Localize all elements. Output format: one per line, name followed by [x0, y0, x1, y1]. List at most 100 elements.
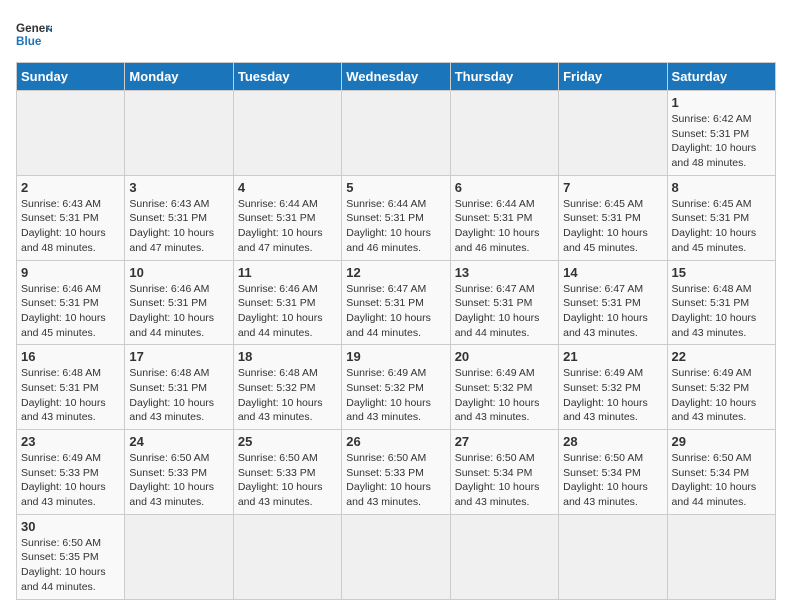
day-info: Sunrise: 6:50 AMSunset: 5:34 PMDaylight:…	[672, 451, 771, 510]
calendar-cell	[559, 514, 667, 599]
day-info: Sunrise: 6:49 AMSunset: 5:32 PMDaylight:…	[672, 366, 771, 425]
calendar-cell: 22Sunrise: 6:49 AMSunset: 5:32 PMDayligh…	[667, 345, 775, 430]
day-number: 30	[21, 519, 120, 534]
weekday-header-thursday: Thursday	[450, 63, 558, 91]
calendar-week-row: 23 Sunrise: 6:49 AMSunset: 5:33 PMDayligh…	[17, 430, 776, 515]
calendar-week-row: 1 Sunrise: 6:42 AMSunset: 5:31 PMDaylight…	[17, 91, 776, 176]
page-header: General Blue	[16, 16, 776, 52]
day-info: Sunrise: 6:50 AMSunset: 5:35 PMDaylight:…	[21, 536, 120, 595]
weekday-header-row: SundayMondayTuesdayWednesdayThursdayFrid…	[17, 63, 776, 91]
calendar-cell	[450, 514, 558, 599]
calendar-cell	[559, 91, 667, 176]
day-info: Sunrise: 6:50 AMSunset: 5:33 PMDaylight:…	[129, 451, 228, 510]
day-number: 10	[129, 265, 228, 280]
calendar-cell: 13 Sunrise: 6:47 AMSunset: 5:31 PMDayligh…	[450, 260, 558, 345]
day-number: 18	[238, 349, 337, 364]
calendar-cell: 7 Sunrise: 6:45 AMSunset: 5:31 PMDaylight…	[559, 175, 667, 260]
calendar-cell: 2 Sunrise: 6:43 AMSunset: 5:31 PMDaylight…	[17, 175, 125, 260]
calendar-week-row: 9 Sunrise: 6:46 AMSunset: 5:31 PMDaylight…	[17, 260, 776, 345]
calendar-cell: 9 Sunrise: 6:46 AMSunset: 5:31 PMDaylight…	[17, 260, 125, 345]
day-number: 7	[563, 180, 662, 195]
calendar-cell	[233, 91, 341, 176]
calendar-cell: 16 Sunrise: 6:48 AMSunset: 5:31 PMDayligh…	[17, 345, 125, 430]
day-number: 29	[672, 434, 771, 449]
calendar-week-row: 30 Sunrise: 6:50 AMSunset: 5:35 PMDayligh…	[17, 514, 776, 599]
calendar-cell: 26Sunrise: 6:50 AMSunset: 5:33 PMDayligh…	[342, 430, 450, 515]
day-info: Sunrise: 6:48 AMSunset: 5:32 PMDaylight:…	[238, 366, 337, 425]
day-number: 14	[563, 265, 662, 280]
calendar-table: SundayMondayTuesdayWednesdayThursdayFrid…	[16, 62, 776, 600]
day-number: 3	[129, 180, 228, 195]
day-info: Sunrise: 6:43 AMSunset: 5:31 PMDaylight:…	[21, 197, 120, 256]
day-info: Sunrise: 6:49 AMSunset: 5:33 PMDaylight:…	[21, 451, 120, 510]
day-number: 2	[21, 180, 120, 195]
weekday-header-saturday: Saturday	[667, 63, 775, 91]
calendar-cell: 25 Sunrise: 6:50 AMSunset: 5:33 PMDayligh…	[233, 430, 341, 515]
calendar-cell: 4Sunrise: 6:44 AMSunset: 5:31 PMDaylight…	[233, 175, 341, 260]
day-number: 13	[455, 265, 554, 280]
day-info: Sunrise: 6:49 AMSunset: 5:32 PMDaylight:…	[346, 366, 445, 425]
calendar-cell	[17, 91, 125, 176]
day-number: 1	[672, 95, 771, 110]
calendar-cell: 18 Sunrise: 6:48 AMSunset: 5:32 PMDayligh…	[233, 345, 341, 430]
calendar-cell: 21Sunrise: 6:49 AMSunset: 5:32 PMDayligh…	[559, 345, 667, 430]
calendar-cell: 23 Sunrise: 6:49 AMSunset: 5:33 PMDayligh…	[17, 430, 125, 515]
day-number: 8	[672, 180, 771, 195]
weekday-header-monday: Monday	[125, 63, 233, 91]
calendar-cell	[125, 514, 233, 599]
day-number: 23	[21, 434, 120, 449]
day-number: 17	[129, 349, 228, 364]
day-number: 28	[563, 434, 662, 449]
calendar-cell: 28Sunrise: 6:50 AMSunset: 5:34 PMDayligh…	[559, 430, 667, 515]
day-number: 27	[455, 434, 554, 449]
day-number: 24	[129, 434, 228, 449]
day-info: Sunrise: 6:50 AMSunset: 5:34 PMDaylight:…	[455, 451, 554, 510]
svg-text:General: General	[16, 22, 52, 35]
day-number: 15	[672, 265, 771, 280]
calendar-cell	[125, 91, 233, 176]
day-number: 5	[346, 180, 445, 195]
day-info: Sunrise: 6:46 AMSunset: 5:31 PMDaylight:…	[21, 282, 120, 341]
calendar-cell: 1 Sunrise: 6:42 AMSunset: 5:31 PMDaylight…	[667, 91, 775, 176]
day-info: Sunrise: 6:48 AMSunset: 5:31 PMDaylight:…	[21, 366, 120, 425]
calendar-cell: 19Sunrise: 6:49 AMSunset: 5:32 PMDayligh…	[342, 345, 450, 430]
day-info: Sunrise: 6:42 AMSunset: 5:31 PMDaylight:…	[672, 112, 771, 171]
day-info: Sunrise: 6:46 AMSunset: 5:31 PMDaylight:…	[238, 282, 337, 341]
calendar-week-row: 16 Sunrise: 6:48 AMSunset: 5:31 PMDayligh…	[17, 345, 776, 430]
calendar-cell: 20Sunrise: 6:49 AMSunset: 5:32 PMDayligh…	[450, 345, 558, 430]
day-number: 12	[346, 265, 445, 280]
calendar-cell: 11 Sunrise: 6:46 AMSunset: 5:31 PMDayligh…	[233, 260, 341, 345]
day-number: 11	[238, 265, 337, 280]
calendar-cell: 15Sunrise: 6:48 AMSunset: 5:31 PMDayligh…	[667, 260, 775, 345]
calendar-cell: 6 Sunrise: 6:44 AMSunset: 5:31 PMDaylight…	[450, 175, 558, 260]
calendar-week-row: 2 Sunrise: 6:43 AMSunset: 5:31 PMDaylight…	[17, 175, 776, 260]
day-info: Sunrise: 6:47 AMSunset: 5:31 PMDaylight:…	[455, 282, 554, 341]
day-number: 21	[563, 349, 662, 364]
day-info: Sunrise: 6:47 AMSunset: 5:31 PMDaylight:…	[563, 282, 662, 341]
day-info: Sunrise: 6:46 AMSunset: 5:31 PMDaylight:…	[129, 282, 228, 341]
calendar-cell	[667, 514, 775, 599]
weekday-header-friday: Friday	[559, 63, 667, 91]
calendar-cell: 12 Sunrise: 6:47 AMSunset: 5:31 PMDayligh…	[342, 260, 450, 345]
day-info: Sunrise: 6:47 AMSunset: 5:31 PMDaylight:…	[346, 282, 445, 341]
day-info: Sunrise: 6:44 AMSunset: 5:31 PMDaylight:…	[346, 197, 445, 256]
day-number: 16	[21, 349, 120, 364]
day-info: Sunrise: 6:44 AMSunset: 5:31 PMDaylight:…	[455, 197, 554, 256]
day-info: Sunrise: 6:45 AMSunset: 5:31 PMDaylight:…	[563, 197, 662, 256]
calendar-cell: 8 Sunrise: 6:45 AMSunset: 5:31 PMDaylight…	[667, 175, 775, 260]
day-number: 6	[455, 180, 554, 195]
day-info: Sunrise: 6:49 AMSunset: 5:32 PMDaylight:…	[455, 366, 554, 425]
day-number: 4	[238, 180, 337, 195]
day-number: 9	[21, 265, 120, 280]
day-number: 25	[238, 434, 337, 449]
day-info: Sunrise: 6:50 AMSunset: 5:33 PMDaylight:…	[238, 451, 337, 510]
calendar-cell: 17Sunrise: 6:48 AMSunset: 5:31 PMDayligh…	[125, 345, 233, 430]
logo: General Blue	[16, 16, 52, 52]
calendar-cell	[233, 514, 341, 599]
day-info: Sunrise: 6:45 AMSunset: 5:31 PMDaylight:…	[672, 197, 771, 256]
calendar-cell: 24 Sunrise: 6:50 AMSunset: 5:33 PMDayligh…	[125, 430, 233, 515]
logo-icon: General Blue	[16, 16, 52, 52]
weekday-header-tuesday: Tuesday	[233, 63, 341, 91]
calendar-cell	[342, 514, 450, 599]
calendar-cell: 27 Sunrise: 6:50 AMSunset: 5:34 PMDayligh…	[450, 430, 558, 515]
